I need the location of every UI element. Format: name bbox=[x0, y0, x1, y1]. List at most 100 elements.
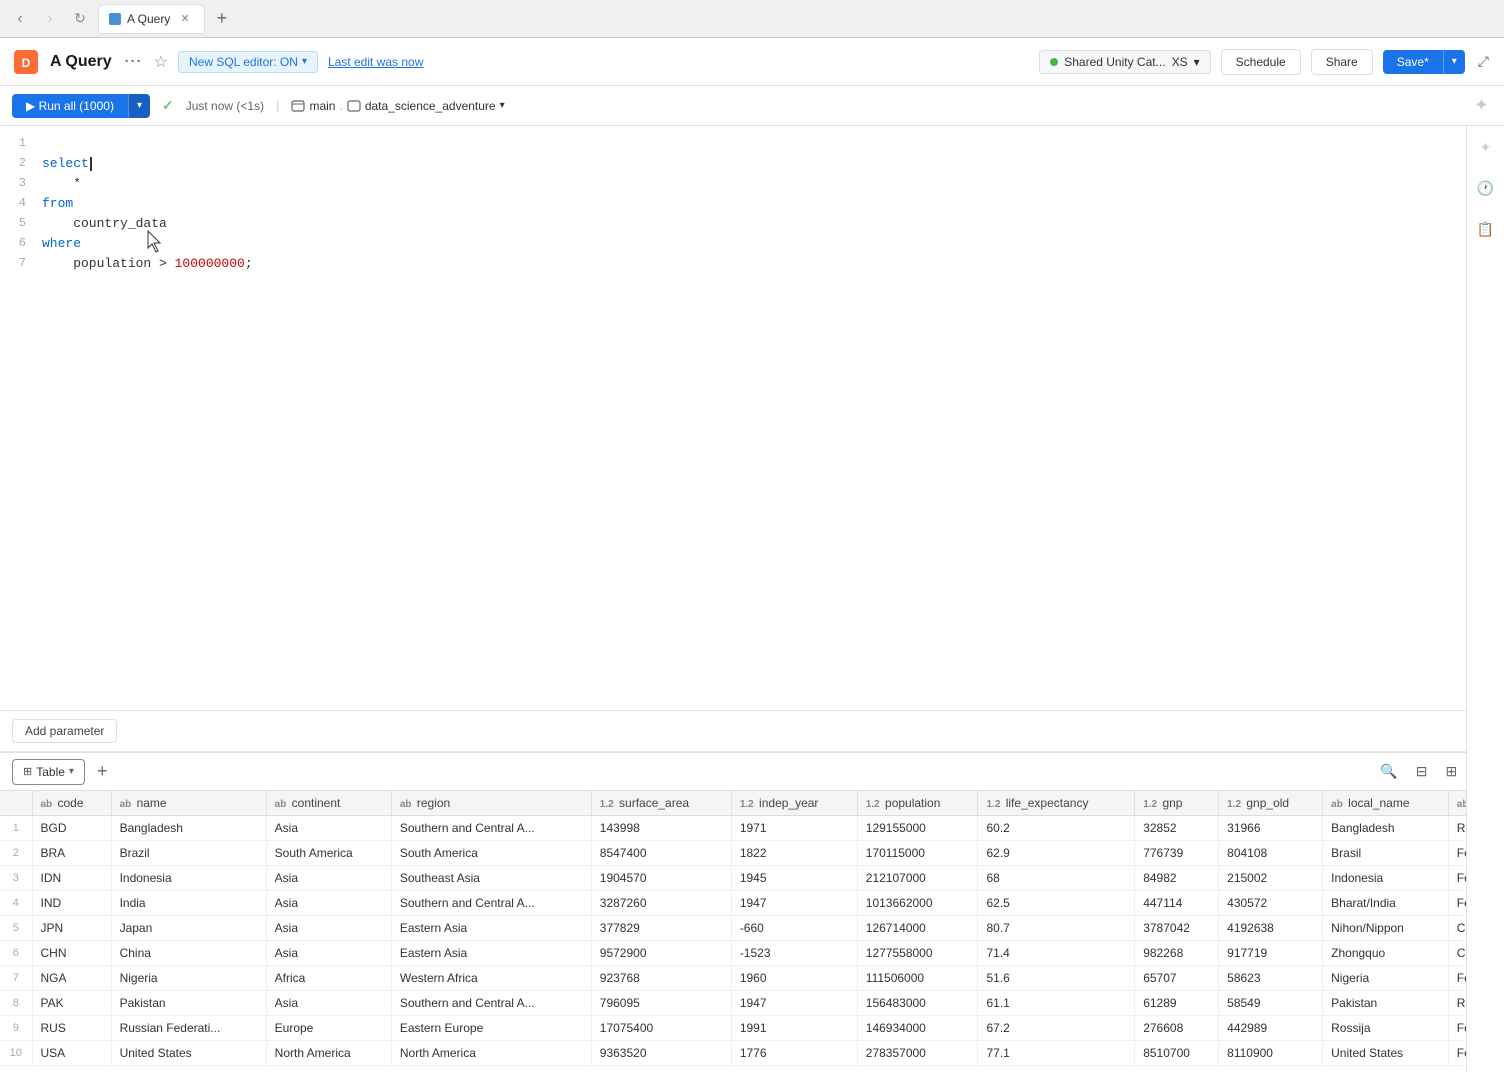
col-header-name[interactable]: ab name bbox=[111, 791, 266, 816]
run-dropdown-button[interactable]: ▾ bbox=[128, 94, 150, 118]
more-button[interactable]: ⋯ bbox=[122, 49, 144, 74]
run-time-label: Just now (<1s) bbox=[186, 99, 264, 113]
save-button[interactable]: Save* bbox=[1383, 50, 1443, 74]
line-number-3: 3 bbox=[12, 174, 26, 194]
nav-buttons: ‹ › ↻ bbox=[8, 7, 92, 31]
catalog-label: Shared Unity Cat... bbox=[1064, 55, 1165, 69]
cell-continent: Asia bbox=[266, 916, 391, 941]
results-search-button[interactable]: 🔍 bbox=[1375, 760, 1402, 783]
cell-gnp: 65707 bbox=[1135, 966, 1219, 991]
col-header-local-name[interactable]: ab local_name bbox=[1323, 791, 1449, 816]
cell-surface_area: 923768 bbox=[591, 966, 731, 991]
results-filter-button[interactable]: ⊟ bbox=[1411, 760, 1433, 783]
page-title: A Query bbox=[50, 53, 112, 71]
new-tab-button[interactable]: + bbox=[211, 6, 234, 31]
last-edit-link[interactable]: Last edit was now bbox=[328, 55, 423, 69]
cell-gnp: 3787042 bbox=[1135, 916, 1219, 941]
results-table-container[interactable]: ab code ab name ab continent ab region 1… bbox=[0, 791, 1504, 1072]
col-type-12: 1.2 bbox=[866, 799, 880, 810]
col-header-gnp-old[interactable]: 1.2 gnp_old bbox=[1219, 791, 1323, 816]
cell-continent: North America bbox=[266, 1041, 391, 1066]
table-row: 3IDNIndonesiaAsiaSoutheast Asia190457019… bbox=[0, 866, 1504, 891]
cell-population: 1013662000 bbox=[857, 891, 978, 916]
toolbar: ▶ Run all (1000) ▾ ✓ Just now (<1s) | ma… bbox=[0, 86, 1504, 126]
table-row: 10USAUnited StatesNorth AmericaNorth Ame… bbox=[0, 1041, 1504, 1066]
star-button[interactable]: ☆ bbox=[154, 52, 168, 72]
results-tabs-bar: ⊞ Table ▾ + 🔍 ⊟ ⊞ ✕ bbox=[0, 753, 1504, 791]
cell-region: North America bbox=[391, 1041, 591, 1066]
cell-continent: Asia bbox=[266, 891, 391, 916]
cell-region: South America bbox=[391, 841, 591, 866]
col-header-code[interactable]: ab code bbox=[32, 791, 111, 816]
side-info-button[interactable]: 📋 bbox=[1474, 218, 1497, 241]
results-area: ⊞ Table ▾ + 🔍 ⊟ ⊞ ✕ ab code ab name ab c… bbox=[0, 752, 1504, 1072]
share-button[interactable]: Share bbox=[1311, 49, 1373, 75]
line-number-5: 5 bbox=[12, 214, 26, 234]
col-header-gnp[interactable]: 1.2 gnp bbox=[1135, 791, 1219, 816]
browser-tab[interactable]: A Query ✕ bbox=[98, 4, 205, 34]
add-tab-button[interactable]: + bbox=[93, 761, 112, 782]
add-parameter-button[interactable]: Add parameter bbox=[12, 719, 117, 743]
col-header-life-expectancy[interactable]: 1.2 life_expectancy bbox=[978, 791, 1135, 816]
table-tab[interactable]: ⊞ Table ▾ bbox=[12, 759, 85, 785]
col-header-population[interactable]: 1.2 population bbox=[857, 791, 978, 816]
cell-gnp_old: 58549 bbox=[1219, 991, 1323, 1016]
editor-area: 1 2 3 4 5 6 7 select * from country_data… bbox=[0, 126, 1504, 711]
editor-badge[interactable]: New SQL editor: ON ▾ bbox=[178, 51, 318, 73]
schedule-button[interactable]: Schedule bbox=[1221, 49, 1301, 75]
cell-population: 156483000 bbox=[857, 991, 978, 1016]
side-clock-button[interactable]: 🕐 bbox=[1474, 177, 1497, 200]
code-line-6: where bbox=[42, 234, 1492, 254]
table-tab-arrow: ▾ bbox=[69, 766, 74, 777]
toolbar-sparkle-button[interactable]: ✦ bbox=[1471, 92, 1492, 119]
cell-population: 146934000 bbox=[857, 1016, 978, 1041]
catalog-chevron-icon: ▾ bbox=[1194, 55, 1200, 69]
table-row: 7NGANigeriaAfricaWestern Africa923768196… bbox=[0, 966, 1504, 991]
cell-population: 1277558000 bbox=[857, 941, 978, 966]
col-header-region[interactable]: ab region bbox=[391, 791, 591, 816]
cell-indep_year: 1947 bbox=[731, 991, 857, 1016]
cell-gnp: 982268 bbox=[1135, 941, 1219, 966]
expand-button[interactable]: ⤢ bbox=[1475, 50, 1492, 73]
cell-life_expectancy: 68 bbox=[978, 866, 1135, 891]
cell-surface_area: 3287260 bbox=[591, 891, 731, 916]
app-logo: D bbox=[12, 48, 40, 76]
save-dropdown-button[interactable]: ▾ bbox=[1443, 50, 1465, 74]
back-button[interactable]: ‹ bbox=[8, 7, 32, 31]
col-header-rownum bbox=[0, 791, 32, 816]
cell-gnp_old: 8110900 bbox=[1219, 1041, 1323, 1066]
catalog-size-label: XS bbox=[1172, 55, 1188, 69]
editor-content: 1 2 3 4 5 6 7 select * from country_data… bbox=[0, 134, 1504, 274]
side-sparkle-button[interactable]: ✦ bbox=[1477, 136, 1495, 159]
tab-close-icon[interactable]: ✕ bbox=[180, 12, 189, 25]
cell-local_name: Bharat/India bbox=[1323, 891, 1449, 916]
cell-local_name: Pakistan bbox=[1323, 991, 1449, 1016]
cell-row_num: 2 bbox=[0, 841, 32, 866]
table-row: 8PAKPakistanAsiaSouthern and Central A..… bbox=[0, 991, 1504, 1016]
cell-population: 170115000 bbox=[857, 841, 978, 866]
results-grid-button[interactable]: ⊞ bbox=[1441, 760, 1463, 783]
cell-population: 129155000 bbox=[857, 816, 978, 841]
col-header-continent[interactable]: ab continent bbox=[266, 791, 391, 816]
cell-life_expectancy: 80.7 bbox=[978, 916, 1135, 941]
cell-row_num: 3 bbox=[0, 866, 32, 891]
cell-gnp_old: 442989 bbox=[1219, 1016, 1323, 1041]
cell-surface_area: 377829 bbox=[591, 916, 731, 941]
catalog-selector[interactable]: Shared Unity Cat... XS ▾ bbox=[1039, 50, 1210, 74]
cell-gnp: 776739 bbox=[1135, 841, 1219, 866]
cell-surface_area: 143998 bbox=[591, 816, 731, 841]
cell-surface_area: 17075400 bbox=[591, 1016, 731, 1041]
col-header-indep-year[interactable]: 1.2 indep_year bbox=[731, 791, 857, 816]
cell-row_num: 4 bbox=[0, 891, 32, 916]
run-all-button[interactable]: ▶ Run all (1000) bbox=[12, 94, 128, 118]
cell-gnp: 276608 bbox=[1135, 1016, 1219, 1041]
col-header-surface-area[interactable]: 1.2 surface_area bbox=[591, 791, 731, 816]
cell-name: India bbox=[111, 891, 266, 916]
forward-button[interactable]: › bbox=[38, 7, 62, 31]
cell-local_name: United States bbox=[1323, 1041, 1449, 1066]
db-selector[interactable]: main . data_science_adventure ▾ bbox=[291, 99, 504, 113]
code-area[interactable]: select * from country_data where populat… bbox=[42, 134, 1492, 274]
refresh-button[interactable]: ↻ bbox=[68, 7, 92, 31]
cell-life_expectancy: 77.1 bbox=[978, 1041, 1135, 1066]
line-numbers: 1 2 3 4 5 6 7 bbox=[12, 134, 42, 274]
